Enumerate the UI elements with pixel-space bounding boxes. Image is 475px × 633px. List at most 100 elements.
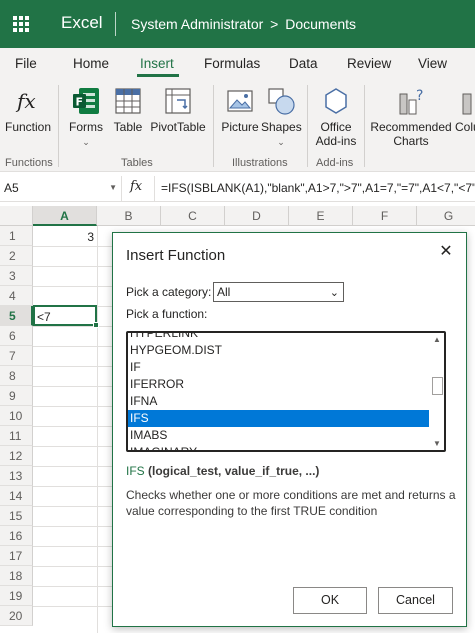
tab-review[interactable]: Review	[347, 56, 391, 71]
recommended-charts-label-1: Recommended	[370, 120, 452, 134]
category-value: All	[217, 285, 231, 299]
cancel-button[interactable]: Cancel	[378, 587, 453, 614]
column-header[interactable]: A	[33, 206, 97, 226]
ribbon-divider	[213, 85, 214, 167]
list-item[interactable]: IFNA	[128, 393, 429, 410]
scroll-thumb[interactable]	[432, 377, 443, 395]
tab-insert[interactable]: Insert	[140, 56, 174, 71]
gridline	[33, 446, 112, 447]
forms-button[interactable]: F Forms ⌄	[64, 86, 108, 148]
active-cell-outline[interactable]	[33, 305, 99, 328]
row-header[interactable]: 5	[0, 306, 33, 326]
svg-text:?: ?	[416, 88, 423, 104]
picture-button[interactable]: Picture	[219, 86, 261, 134]
row-header[interactable]: 19	[0, 586, 33, 606]
gridline	[33, 486, 112, 487]
fill-handle[interactable]	[93, 322, 99, 328]
list-item[interactable]: IF	[128, 359, 429, 376]
cell-a1[interactable]: 3	[33, 230, 94, 244]
group-label-addins: Add-ins	[316, 157, 354, 169]
row-header[interactable]: 17	[0, 546, 33, 566]
row-header[interactable]: 15	[0, 506, 33, 526]
formula-input[interactable]: =IFS(ISBLANK(A1),"blank",A1>7,">7",A1=7,…	[161, 181, 475, 195]
ok-button[interactable]: OK	[293, 587, 367, 614]
recommended-charts-button[interactable]: ? Recommended Charts	[368, 86, 454, 148]
row-header[interactable]: 4	[0, 286, 33, 306]
app-name[interactable]: Excel	[61, 13, 103, 33]
tab-home[interactable]: Home	[73, 56, 109, 71]
addins-icon	[325, 88, 347, 114]
row-header[interactable]: 11	[0, 426, 33, 446]
row-header[interactable]: 13	[0, 466, 33, 486]
fx-icon[interactable]: fx	[130, 179, 142, 194]
app-launcher-icon[interactable]	[13, 16, 29, 32]
chevron-down-icon: ⌄	[329, 287, 339, 299]
row-header[interactable]: 14	[0, 486, 33, 506]
function-list[interactable]: HYPERLINK HYPGEOM.DIST IF IFERROR IFNA I…	[126, 331, 446, 452]
tab-formulas[interactable]: Formulas	[204, 56, 260, 71]
list-item-selected[interactable]: IFS	[128, 410, 429, 427]
insert-function-button[interactable]: fx Function	[4, 86, 52, 134]
column-header[interactable]: B	[97, 206, 161, 226]
list-item[interactable]: HYPERLINK	[128, 333, 429, 342]
gridline	[33, 286, 112, 287]
gridline	[33, 546, 112, 547]
column-header[interactable]: E	[289, 206, 353, 226]
row-header[interactable]: 1	[0, 226, 33, 246]
scroll-up-icon[interactable]: ▲	[433, 335, 441, 344]
column-header[interactable]: D	[225, 206, 289, 226]
table-button[interactable]: Table	[110, 86, 146, 134]
title-bar: Excel System Administrator > Documents	[0, 0, 475, 48]
row-header[interactable]: 3	[0, 266, 33, 286]
shapes-button[interactable]: Shapes ⌄	[261, 86, 302, 148]
gridline	[33, 566, 112, 567]
gridline	[33, 406, 112, 407]
row-header[interactable]: 9	[0, 386, 33, 406]
breadcrumb-folder[interactable]: Documents	[285, 16, 356, 32]
breadcrumb-owner[interactable]: System Administrator	[131, 16, 263, 32]
column-chart-label: Colu	[455, 120, 475, 134]
tab-file[interactable]: File	[15, 56, 37, 71]
gridline	[33, 426, 112, 427]
category-label: Pick a category:	[126, 285, 212, 299]
pivottable-button[interactable]: PivotTable	[149, 86, 207, 134]
list-item[interactable]: IMAGINARY	[128, 444, 429, 450]
office-addins-button[interactable]: Office Add-ins	[312, 86, 360, 148]
tab-view[interactable]: View	[418, 56, 447, 71]
gridline	[33, 346, 112, 347]
column-header[interactable]: G	[417, 206, 475, 226]
forms-icon: F	[73, 88, 99, 114]
row-header[interactable]: 12	[0, 446, 33, 466]
tab-data[interactable]: Data	[289, 56, 318, 71]
list-item[interactable]: IFERROR	[128, 376, 429, 393]
office-addins-label-2: Add-ins	[315, 134, 357, 148]
row-header[interactable]: 7	[0, 346, 33, 366]
table-label: Table	[113, 120, 143, 134]
function-list-scrollbar[interactable]: ▲ ▼	[429, 333, 444, 450]
gridline	[33, 246, 112, 247]
forms-label: Forms	[69, 120, 103, 134]
row-header[interactable]: 2	[0, 246, 33, 266]
column-header[interactable]: F	[353, 206, 417, 226]
row-header[interactable]: 10	[0, 406, 33, 426]
column-header[interactable]: C	[161, 206, 225, 226]
row-header[interactable]: 16	[0, 526, 33, 546]
group-label-functions: Functions	[5, 157, 53, 169]
gridline	[33, 386, 112, 387]
chevron-down-icon: ▼	[109, 183, 117, 192]
name-box[interactable]: A5 ▼	[0, 176, 122, 201]
row-header[interactable]: 8	[0, 366, 33, 386]
chevron-down-icon: ⌄	[82, 137, 90, 147]
column-chart-button[interactable]: Colu	[455, 86, 475, 134]
list-item[interactable]: IMABS	[128, 427, 429, 444]
syntax-function-name[interactable]: IFS	[126, 464, 145, 478]
select-all-corner[interactable]	[0, 206, 33, 226]
category-select[interactable]: All ⌄	[213, 282, 344, 302]
scroll-down-icon[interactable]: ▼	[433, 439, 441, 448]
list-item[interactable]: HYPGEOM.DIST	[128, 342, 429, 359]
row-header[interactable]: 18	[0, 566, 33, 586]
row-header[interactable]: 6	[0, 326, 33, 346]
column-chart-icon	[462, 93, 472, 115]
row-header[interactable]: 20	[0, 606, 33, 626]
close-icon[interactable]: ✕	[437, 243, 455, 261]
